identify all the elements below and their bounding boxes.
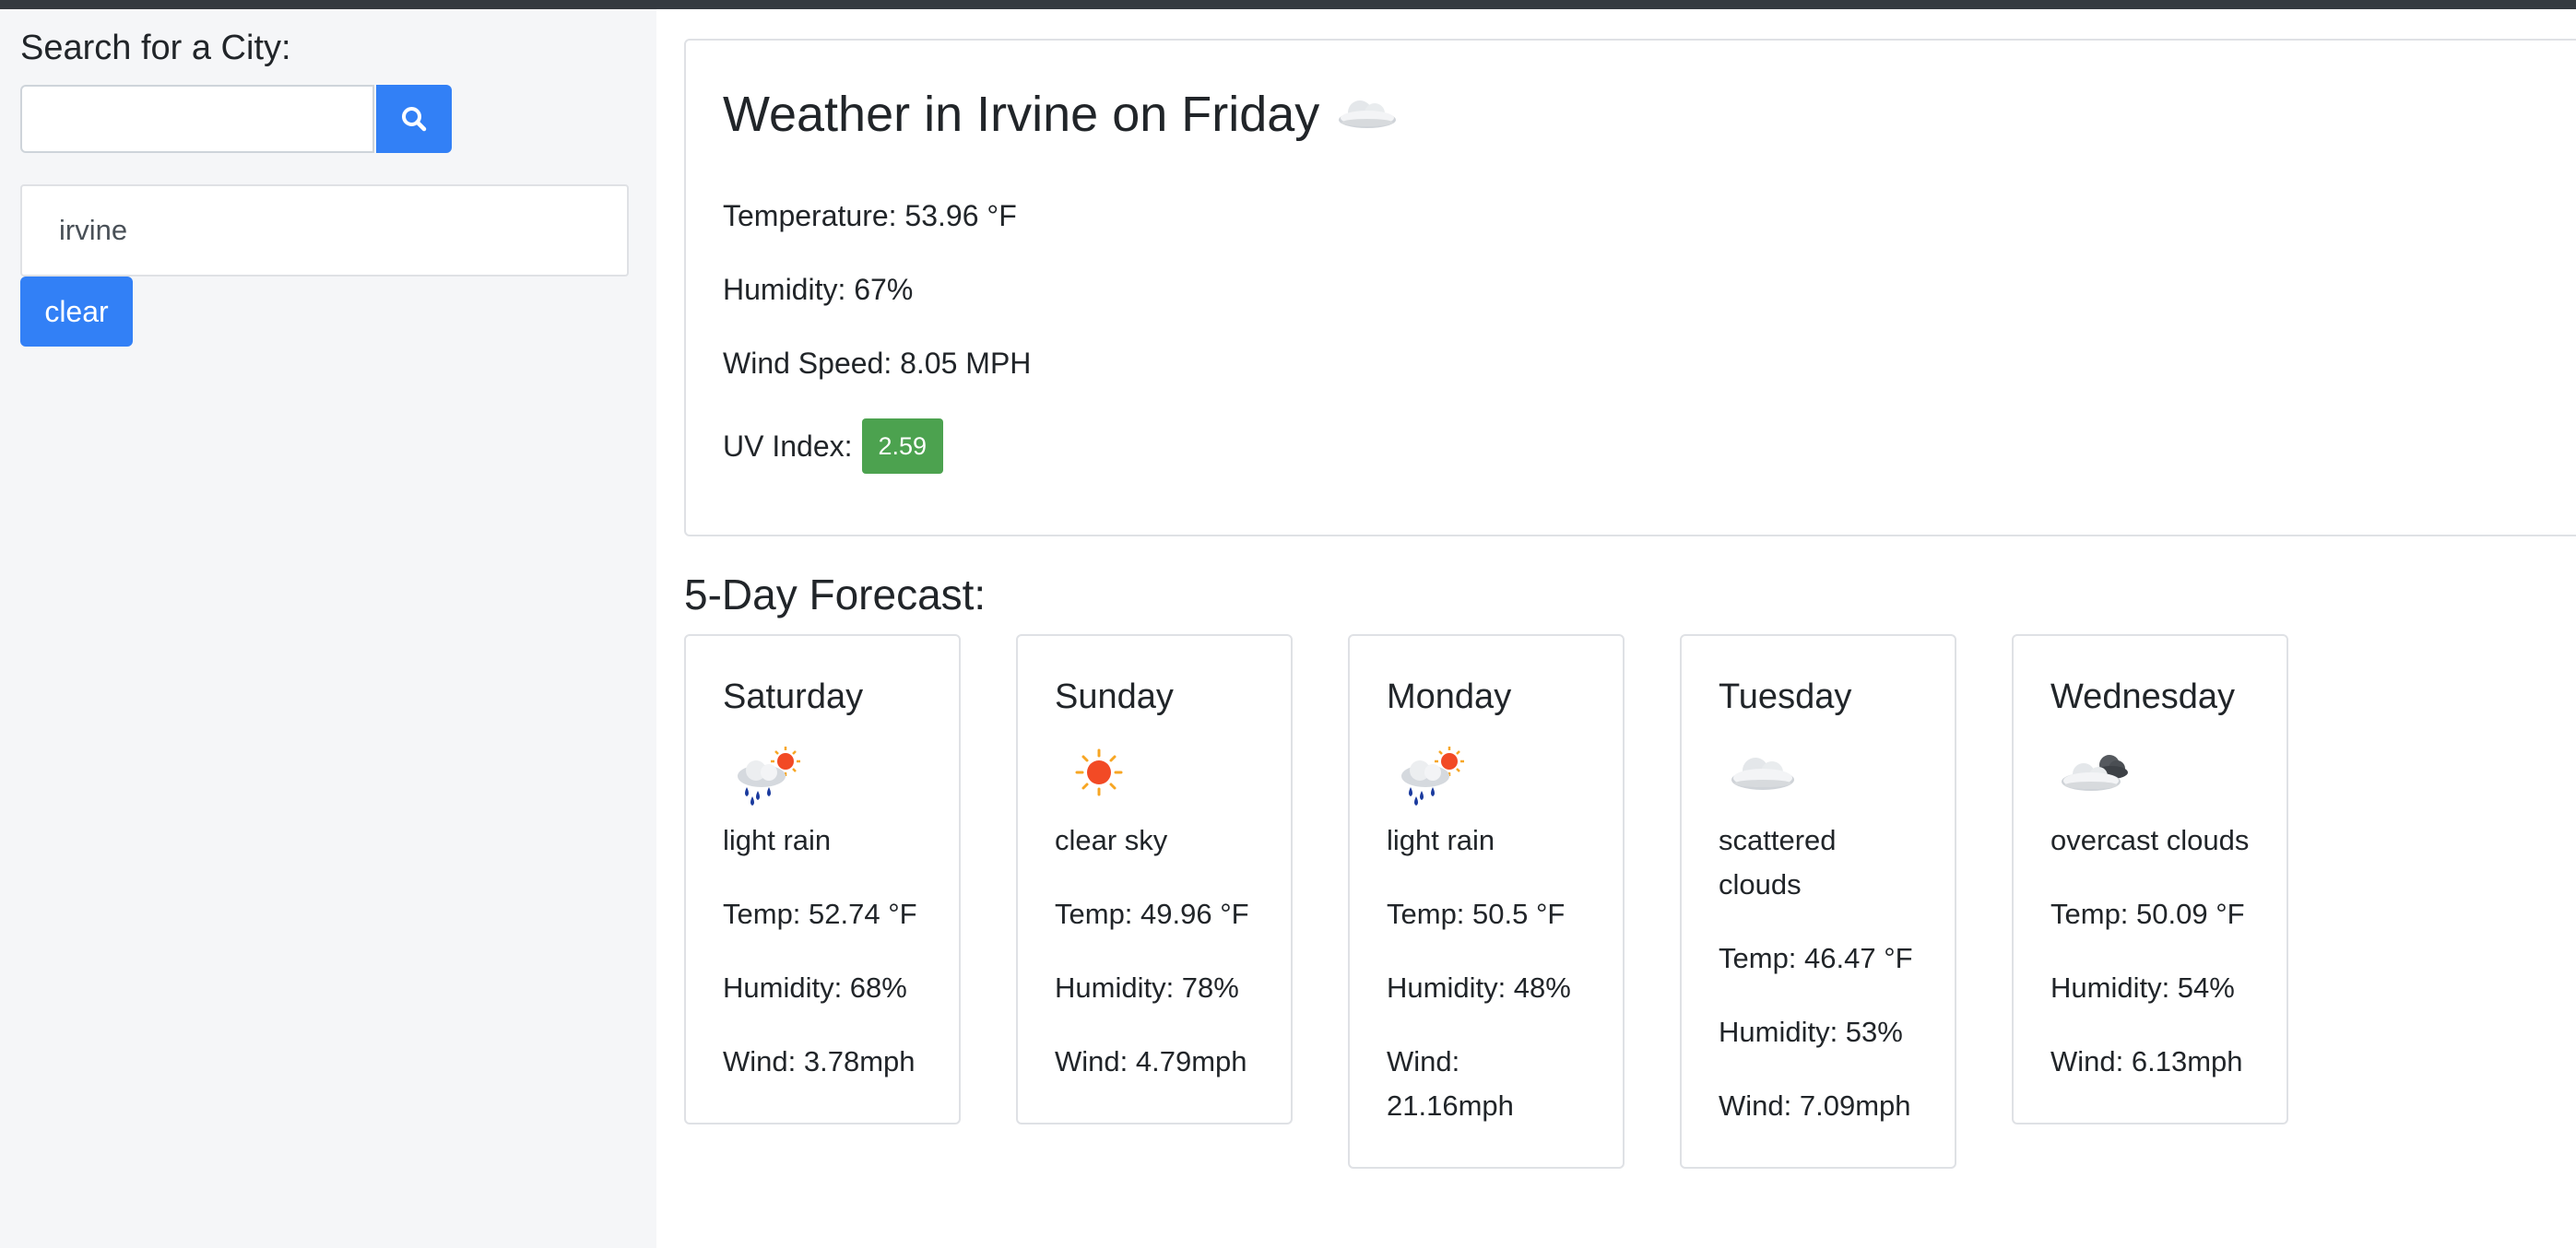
forecast-card-monday: Monday light rain Temp: 50.5 °F Humidity… [1348,634,1625,1169]
forecast-card-sunday: Sunday clear sky Temp: 49.96 °F Humidity… [1016,634,1293,1124]
forecast-temp: Temp: 50.5 °F [1387,898,1566,930]
forecast-temp: Temp: 50.09 °F [2050,898,2245,930]
light-rain-icon [1401,747,1464,806]
forecast-humidity: Humidity: 68% [723,971,907,1004]
current-humidity: Humidity: 67% [723,273,914,306]
forecast-wind: Wind: 4.79mph [1055,1045,1247,1077]
forecast-wind: Wind: 21.16mph [1387,1045,1514,1122]
forecast-humidity: Humidity: 53% [1719,1016,1903,1048]
forecast-card-tuesday: Tuesday scattered clouds Temp: 46.47 °F … [1680,634,1956,1169]
uv-index-label: UV Index: [723,430,853,463]
clear-sky-icon [1075,748,1123,796]
current-temperature: Temperature: 53.96 °F [723,199,1017,232]
forecast-description: clear sky [1055,824,1168,856]
forecast-description: light rain [1387,824,1495,856]
sidebar: Search for a City: irvine clear [0,9,656,1248]
search-history-item[interactable]: irvine [20,184,629,277]
forecast-day: Saturday [723,677,864,716]
current-weather-card: Weather in Irvine on Friday Temperature:… [684,39,2576,536]
forecast-day: Monday [1387,677,1512,716]
forecast-card-saturday: Saturday light rain Temp: 52.74 °F Humid… [684,634,961,1124]
scattered-clouds-icon [1731,758,1794,790]
overcast-clouds-icon [2062,755,2128,791]
forecast-humidity: Humidity: 54% [2050,971,2235,1004]
forecast-temp: Temp: 46.47 °F [1719,942,1913,974]
forecast-card-wednesday: Wednesday overcast clouds Temp: 50.09 °F… [2012,634,2288,1124]
forecast-description: scattered clouds [1719,824,1837,901]
uv-index-badge: 2.59 [861,418,944,474]
current-weather-title-text: Weather in Irvine on Friday [723,87,1320,142]
scattered-clouds-icon [1334,85,1400,144]
forecast-humidity: Humidity: 48% [1387,971,1571,1004]
search-icon [402,107,427,132]
forecast-description: overcast clouds [2050,824,2250,856]
forecast-day: Tuesday [1719,677,1852,716]
search-title: Search for a City: [20,29,291,67]
forecast-wind: Wind: 7.09mph [1719,1089,1911,1122]
forecast-humidity: Humidity: 78% [1055,971,1239,1004]
clear-button[interactable]: clear [20,277,133,347]
search-input[interactable] [20,85,374,153]
top-navbar [0,0,2576,9]
search-button[interactable] [376,85,452,153]
forecast-temp: Temp: 52.74 °F [723,898,917,930]
current-uv-index: UV Index: 2.59 [723,418,944,474]
forecast-description: light rain [723,824,832,856]
forecast-title: 5-Day Forecast: [684,571,987,618]
current-wind-speed: Wind Speed: 8.05 MPH [723,347,1032,380]
light-rain-icon [738,747,800,806]
forecast-day: Wednesday [2050,677,2235,716]
forecast-temp: Temp: 49.96 °F [1055,898,1249,930]
current-weather-title: Weather in Irvine on Friday [723,85,1400,144]
forecast-wind: Wind: 3.78mph [723,1045,916,1077]
forecast-day: Sunday [1055,677,1174,716]
forecast-wind: Wind: 6.13mph [2050,1045,2243,1077]
